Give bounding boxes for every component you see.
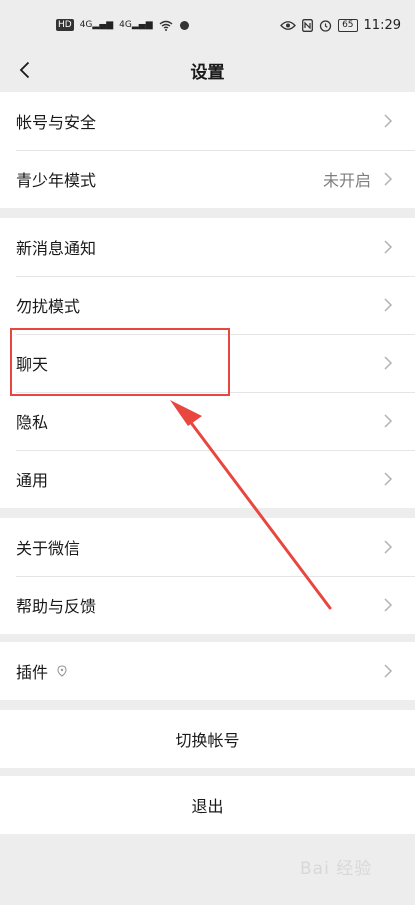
settings-row-do-not-disturb[interactable]: 勿扰模式 [0, 276, 415, 334]
signal-icon-1: 4G▂▄▆ [79, 20, 114, 30]
row-label: 新消息通知 [16, 239, 97, 258]
row-label: 勿扰模式 [16, 297, 81, 316]
switch-account-button[interactable]: 切换帐号 [0, 710, 415, 768]
row-value: 未开启 [322, 171, 371, 190]
page-title: 设置 [190, 62, 225, 83]
chevron-right-icon [384, 598, 393, 612]
settings-row-general[interactable]: 通用 [0, 450, 415, 508]
chevron-right-icon [384, 414, 393, 428]
settings-row-help-feedback[interactable]: 帮助与反馈 [0, 576, 415, 634]
settings-row-account-security[interactable]: 帐号与安全 [0, 92, 415, 150]
chevron-left-icon [19, 61, 29, 79]
chevron-right-icon [384, 114, 393, 128]
logout-label: 退出 [191, 797, 224, 816]
row-label: 关于微信 [16, 539, 81, 558]
status-bar: HD 4G▂▄▆ 4G▂▄▆ 65 11:29 [0, 0, 415, 50]
chevron-right-icon [384, 240, 393, 254]
chevron-right-icon [384, 172, 393, 186]
logout-button[interactable]: 退出 [0, 776, 415, 834]
back-button[interactable] [10, 56, 38, 84]
chevron-right-icon [384, 540, 393, 554]
settings-group-3: 关于微信 帮助与反馈 [0, 518, 415, 634]
row-label: 插件 [16, 663, 49, 682]
status-time: 11:29 [363, 17, 401, 33]
status-right: 65 11:29 [280, 18, 401, 33]
net-label-1: 4G [79, 20, 93, 30]
alarm-icon [319, 19, 332, 32]
settings-group-4: 插件 [0, 642, 415, 700]
settings-group-1: 帐号与安全 青少年模式 未开启 [0, 92, 415, 208]
watermark: Bai 经验 [300, 859, 373, 879]
row-label: 青少年模式 [16, 171, 97, 190]
chevron-right-icon [384, 472, 393, 486]
settings-row-chat[interactable]: 聊天 [0, 334, 415, 392]
switch-account-label: 切换帐号 [175, 731, 240, 750]
settings-row-teen-mode[interactable]: 青少年模式 未开启 [0, 150, 415, 208]
clock-small-icon [179, 20, 189, 30]
settings-group-2: 新消息通知 勿扰模式 聊天 隐私 通用 [0, 218, 415, 508]
settings-row-about[interactable]: 关于微信 [0, 518, 415, 576]
eye-icon [280, 20, 296, 30]
location-pin-icon [57, 665, 67, 677]
settings-row-notifications[interactable]: 新消息通知 [0, 218, 415, 276]
battery-icon: 65 [338, 18, 358, 32]
chevron-right-icon [384, 664, 393, 678]
row-label: 帮助与反馈 [16, 597, 97, 616]
row-label: 隐私 [16, 413, 49, 432]
settings-row-privacy[interactable]: 隐私 [0, 392, 415, 450]
switch-account-group: 切换帐号 [0, 710, 415, 768]
signal-icon-2: 4G▂▄▆ [119, 20, 153, 30]
row-label: 通用 [16, 471, 49, 490]
net-label-2: 4G [119, 20, 132, 30]
settings-row-plugins[interactable]: 插件 [0, 642, 415, 700]
row-label: 聊天 [16, 355, 49, 374]
logout-group: 退出 [0, 776, 415, 834]
status-left: HD 4G▂▄▆ 4G▂▄▆ [56, 19, 190, 31]
chevron-right-icon [384, 356, 393, 370]
nav-bar: 设置 [0, 50, 415, 90]
wifi-icon [159, 20, 173, 31]
row-label: 帐号与安全 [16, 113, 97, 132]
hd-badge: HD [56, 19, 74, 31]
chevron-right-icon [384, 298, 393, 312]
nfc-icon [302, 18, 314, 32]
